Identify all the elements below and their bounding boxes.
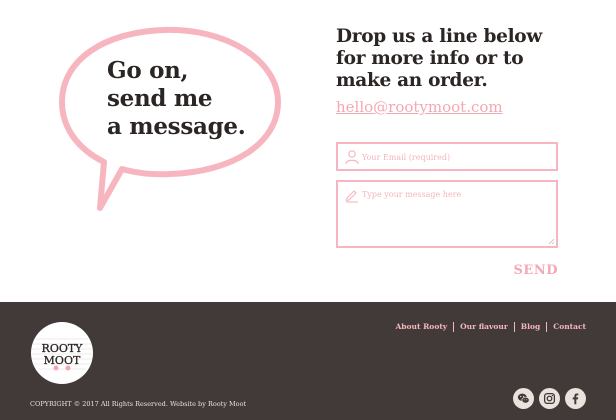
copyright-text: COPYRIGHT © 2017 All Rights Reserved. We… — [30, 400, 247, 408]
contact-headline: Drop us a line below for more info or to… — [336, 26, 542, 91]
instagram-icon[interactable] — [539, 388, 560, 409]
nav-our-flavour[interactable]: Our flavour — [454, 322, 514, 332]
bubble-text: Go on, send me a message. — [107, 57, 246, 140]
message-input[interactable] — [362, 190, 552, 240]
facebook-icon[interactable] — [565, 388, 586, 409]
resize-handle-icon[interactable] — [548, 238, 555, 245]
footer-nav: About Rooty Our flavour Blog Contact — [389, 322, 586, 332]
contact-email-link[interactable]: hello@rootymoot.com — [336, 98, 503, 116]
nav-contact[interactable]: Contact — [547, 322, 586, 332]
logo-text-bottom: MOOT — [44, 354, 81, 367]
send-button[interactable]: SEND — [508, 261, 558, 279]
email-field[interactable] — [336, 142, 558, 171]
rooty-moot-logo[interactable]: ROOTY MOOT — [30, 321, 94, 385]
social-links — [513, 388, 586, 409]
pencil-icon — [345, 190, 358, 203]
message-field[interactable] — [336, 180, 558, 248]
wechat-icon[interactable] — [513, 388, 534, 409]
nav-about-rooty[interactable]: About Rooty — [389, 322, 453, 332]
nav-blog[interactable]: Blog — [515, 322, 546, 332]
email-input[interactable] — [362, 150, 552, 164]
contact-section: Go on, send me a message. Drop us a line… — [0, 0, 616, 302]
user-icon — [345, 150, 359, 165]
footer: ROOTY MOOT About Rooty Our flavour Blog … — [0, 302, 616, 420]
